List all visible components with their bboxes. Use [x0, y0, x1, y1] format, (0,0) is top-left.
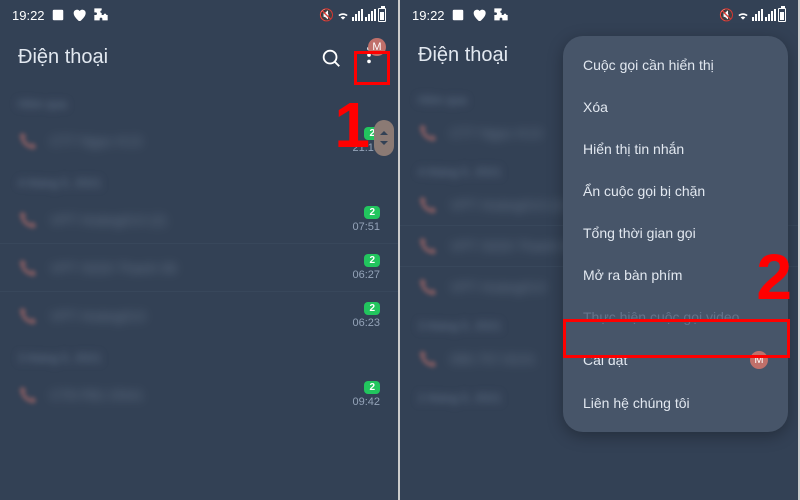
mute-icon: 🔇 [319, 8, 334, 22]
call-item[interactable]: VPT Hoàng013 (2) 2 07:51 [0, 196, 398, 243]
status-right: 🔇 [319, 8, 386, 22]
phone-icon [18, 306, 38, 326]
menu-item-calls-to-show[interactable]: Cuộc gọi cần hiển thị [563, 44, 788, 86]
call-count-badge: 2 [364, 381, 380, 394]
status-left: 19:22 [12, 7, 109, 23]
overflow-menu: Cuộc gọi cần hiển thị Xóa Hiển thị tin n… [563, 36, 788, 432]
call-time: 07:51 [352, 221, 380, 233]
call-time: 06:23 [352, 317, 380, 329]
section-header: 3 tháng 5, 2021 [0, 339, 398, 371]
menu-item-delete[interactable]: Xóa [563, 86, 788, 128]
mute-icon: 🔇 [719, 8, 734, 22]
highlight-box-2 [563, 319, 790, 358]
phone-icon [418, 349, 438, 369]
call-count-badge: 2 [364, 206, 380, 219]
call-meta: 2 06:23 [352, 302, 380, 329]
gallery-icon [451, 8, 465, 22]
screen-left: 19:22 🔇 Điện thoại M 1 [0, 0, 398, 500]
call-contact-name: CT7 Ngọc K13 [50, 133, 340, 149]
screen-right: 19:22 🔇 Điện thoại Hôm qua CT7 Ngọc K13 … [400, 0, 798, 500]
phone-icon [18, 210, 38, 230]
menu-item-show-messages[interactable]: Hiển thị tin nhắn [563, 128, 788, 170]
call-contact-name: VPT S020 Thanh 08 [50, 260, 340, 276]
call-contact-name: VPT Hoàng013 (2) [50, 212, 340, 228]
divider [0, 243, 398, 244]
call-count-badge: 2 [364, 302, 380, 315]
puzzle-icon [93, 7, 109, 23]
phone-icon [418, 277, 438, 297]
highlight-box-1 [354, 51, 390, 85]
wifi-icon [336, 8, 350, 22]
status-left: 19:22 [412, 7, 509, 23]
menu-item-hide-blocked[interactable]: Ẩn cuộc gọi bị chặn [563, 170, 788, 212]
phone-icon [418, 236, 438, 256]
section-header: Hôm qua [0, 85, 398, 117]
phone-icon [18, 258, 38, 278]
call-count-badge: 2 [364, 254, 380, 267]
phone-icon [418, 195, 438, 215]
signal-icon-2 [365, 9, 376, 21]
step-indicator-2: 2 [756, 240, 792, 314]
page-title: Điện thoại [418, 44, 508, 67]
heart-icon [71, 7, 87, 23]
battery-icon [378, 8, 386, 22]
page-title: Điện thoại [18, 46, 108, 69]
search-icon[interactable] [320, 47, 342, 69]
call-time: 06:27 [352, 269, 380, 281]
call-contact-name: CT8 FB1 D541 [50, 387, 340, 403]
menu-item-contact-us[interactable]: Liên hệ chúng tôi [563, 382, 788, 424]
wifi-icon [736, 8, 750, 22]
call-meta: 2 07:51 [352, 206, 380, 233]
signal-icon [352, 9, 363, 21]
signal-icon [752, 9, 763, 21]
clock-text: 19:22 [12, 8, 45, 23]
call-item[interactable]: VPT Hoàng013 2 06:23 [0, 292, 398, 339]
call-item[interactable]: VPT S020 Thanh 08 2 06:27 [0, 244, 398, 291]
section-header: 4 tháng 5, 2021 [0, 164, 398, 196]
status-bar: 19:22 🔇 [0, 0, 398, 30]
puzzle-icon [493, 7, 509, 23]
scroll-handle[interactable] [374, 120, 394, 156]
call-time: 09:42 [352, 396, 380, 408]
menu-item-total-call-time[interactable]: Tổng thời gian gọi [563, 212, 788, 254]
status-bar: 19:22 🔇 [400, 0, 798, 30]
signal-icon-2 [765, 9, 776, 21]
status-right: 🔇 [719, 8, 786, 22]
gallery-icon [51, 8, 65, 22]
app-header: Điện thoại M [0, 30, 398, 85]
call-meta: 2 09:42 [352, 381, 380, 408]
phone-incoming-icon [18, 131, 38, 151]
menu-item-open-keypad[interactable]: Mở ra bàn phím [563, 254, 788, 296]
battery-icon [778, 8, 786, 22]
call-meta: 2 06:27 [352, 254, 380, 281]
heart-icon [471, 7, 487, 23]
call-item[interactable]: CT8 FB1 D541 2 09:42 [0, 371, 398, 418]
phone-icon [418, 123, 438, 143]
call-contact-name: VPT Hoàng013 [50, 308, 340, 324]
phone-icon [18, 385, 38, 405]
divider [0, 291, 398, 292]
clock-text: 19:22 [412, 8, 445, 23]
